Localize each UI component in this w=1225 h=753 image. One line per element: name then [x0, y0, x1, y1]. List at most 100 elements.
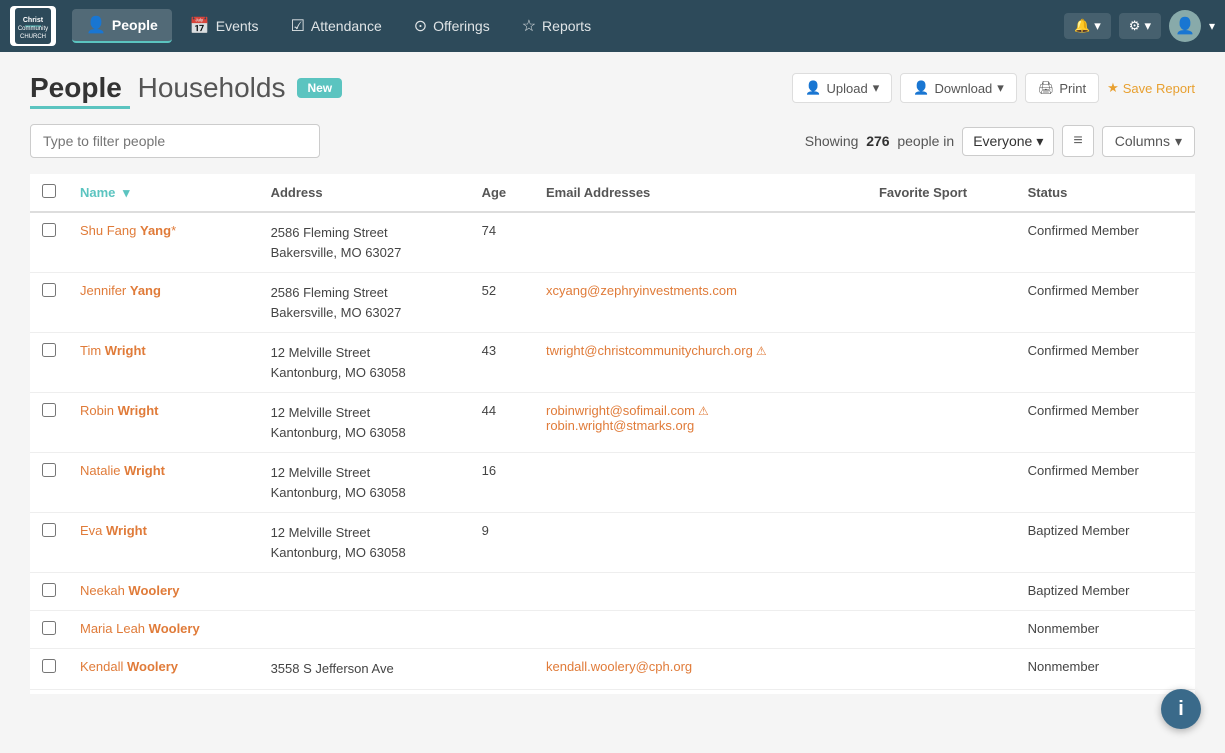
- select-all-checkbox[interactable]: [42, 184, 56, 198]
- person-name-link[interactable]: Jennifer Yang: [80, 283, 161, 298]
- select-all-header: [30, 174, 68, 212]
- row-age-cell: 43: [470, 333, 534, 393]
- row-checkbox[interactable]: [42, 583, 56, 597]
- row-age-cell: 74: [470, 212, 534, 273]
- row-checkbox[interactable]: [42, 523, 56, 537]
- person-name-link[interactable]: Neekah Woolery: [80, 583, 179, 598]
- upload-button[interactable]: 👤 Upload ▾: [792, 73, 892, 103]
- person-name-link[interactable]: Shu Fang Yang*: [80, 223, 176, 238]
- row-status-cell: Baptized Member: [1016, 573, 1195, 611]
- print-button[interactable]: 🖨 Print: [1025, 73, 1099, 103]
- row-checkbox-cell: [30, 611, 68, 649]
- table-row: Kendall Woolery3558 S Jefferson Avekenda…: [30, 649, 1195, 690]
- row-checkbox-cell: [30, 513, 68, 573]
- search-input[interactable]: [30, 124, 320, 158]
- email-link[interactable]: robin.wright@stmarks.org: [546, 418, 694, 433]
- person-name-link[interactable]: Kendall Woolery: [80, 659, 178, 674]
- row-checkbox[interactable]: [42, 343, 56, 357]
- nav-item-attendance[interactable]: ☑ Attendance: [277, 10, 396, 42]
- col-name[interactable]: Name ▾: [68, 174, 259, 212]
- row-status-cell: Confirmed Member: [1016, 333, 1195, 393]
- row-name-cell: Neekah Woolery: [68, 573, 259, 611]
- row-checkbox-cell: [30, 689, 68, 694]
- col-status: Status: [1016, 174, 1195, 212]
- offerings-icon: ⊙: [414, 16, 427, 36]
- save-report-button[interactable]: ★ Save Report: [1107, 80, 1195, 96]
- help-button[interactable]: i: [1161, 689, 1201, 729]
- nav-label-attendance: Attendance: [311, 18, 382, 34]
- email-link[interactable]: robinwright@sofimail.com: [546, 403, 695, 418]
- person-name-link[interactable]: Tim Wright: [80, 343, 146, 358]
- row-sport-cell: [867, 393, 1016, 453]
- row-checkbox[interactable]: [42, 621, 56, 635]
- row-sport-cell: [867, 611, 1016, 649]
- row-status-cell: Baptized Member: [1016, 513, 1195, 573]
- nav-item-reports[interactable]: ☆ Reports: [508, 10, 605, 42]
- columns-button[interactable]: Columns ▾: [1102, 126, 1195, 157]
- row-name-cell: Shu Fang Yang*: [68, 212, 259, 273]
- row-status-cell: Confirmed Member: [1016, 453, 1195, 513]
- row-status-cell: Nonmember: [1016, 649, 1195, 690]
- person-name-link[interactable]: Eva Wright: [80, 523, 147, 538]
- row-checkbox[interactable]: [42, 283, 56, 297]
- row-name-cell: Jherek Woolery: [68, 689, 259, 694]
- table-row: Eva Wright12 Melville StreetKantonburg, …: [30, 513, 1195, 573]
- avatar-chevron: ▾: [1209, 19, 1215, 33]
- chevron-down-icon: ▾: [1036, 133, 1043, 150]
- nav-item-events[interactable]: 📅 Events: [176, 10, 273, 42]
- gear-icon: ⚙: [1129, 18, 1141, 34]
- warning-icon: ⚠: [698, 404, 709, 418]
- row-status-cell: Confirmed Member: [1016, 393, 1195, 453]
- nav-item-offerings[interactable]: ⊙ Offerings: [400, 10, 504, 42]
- row-email-cell: [534, 212, 867, 273]
- row-checkbox[interactable]: [42, 403, 56, 417]
- nav-item-people[interactable]: 👤 People: [72, 9, 172, 43]
- reports-icon: ☆: [522, 16, 536, 36]
- row-email-cell: robinwright@sofimail.com⚠ robin.wright@st…: [534, 393, 867, 453]
- settings-button[interactable]: ⚙▾: [1119, 13, 1161, 39]
- email-link[interactable]: kendall.woolery@cph.org: [546, 659, 692, 674]
- notifications-button[interactable]: 🔔▾: [1064, 13, 1111, 39]
- svg-text:CHURCH: CHURCH: [20, 34, 46, 40]
- row-checkbox[interactable]: [42, 223, 56, 237]
- print-icon: 🖨: [1038, 80, 1055, 96]
- row-age-cell: 52: [470, 273, 534, 333]
- app-logo[interactable]: Christ Community CHURCH: [10, 6, 56, 46]
- row-sport-cell: [867, 453, 1016, 513]
- row-address-cell: [259, 611, 470, 649]
- sort-icon: ▾: [123, 185, 130, 200]
- table-header: Name ▾ Address Age Email Addresses Favor…: [30, 174, 1195, 212]
- row-status-cell: Nonmember: [1016, 611, 1195, 649]
- row-age-cell: [470, 611, 534, 649]
- person-name-link[interactable]: Natalie Wright: [80, 463, 165, 478]
- person-name-link[interactable]: Robin Wright: [80, 403, 159, 418]
- upload-icon: 👤: [805, 80, 821, 96]
- row-sport-cell: [867, 513, 1016, 573]
- new-badge[interactable]: New: [297, 78, 342, 98]
- download-button[interactable]: 👤 Download ▾: [900, 73, 1017, 103]
- avatar-icon: 👤: [1175, 16, 1195, 36]
- everyone-select[interactable]: Everyone ▾: [962, 127, 1054, 156]
- row-checkbox[interactable]: [42, 463, 56, 477]
- page-content: People Households New 👤 Upload ▾ 👤 Downl…: [0, 52, 1225, 714]
- email-link[interactable]: xcyang@zephryinvestments.com: [546, 283, 737, 298]
- filter-right: Showing 276 people in Everyone ▾ ≡ Colum…: [805, 125, 1195, 157]
- bell-icon: 🔔: [1074, 18, 1090, 34]
- email-link[interactable]: twright@christcommunitychurch.org: [546, 343, 753, 358]
- person-name-link[interactable]: Maria Leah Woolery: [80, 621, 200, 636]
- row-sport-cell: [867, 212, 1016, 273]
- row-age-cell: 16: [470, 453, 534, 513]
- row-sport-cell: [867, 689, 1016, 694]
- showing-text: Showing 276 people in: [805, 133, 954, 149]
- table-row: Robin Wright12 Melville StreetKantonburg…: [30, 393, 1195, 453]
- row-address-cell: 12 Melville StreetKantonburg, MO 63058: [259, 453, 470, 513]
- events-icon: 📅: [190, 16, 210, 36]
- row-checkbox[interactable]: [42, 659, 56, 673]
- people-icon: 👤: [86, 15, 106, 35]
- row-name-cell: Maria Leah Woolery: [68, 611, 259, 649]
- row-checkbox-cell: [30, 649, 68, 690]
- col-email: Email Addresses: [534, 174, 867, 212]
- row-checkbox-cell: [30, 573, 68, 611]
- avatar[interactable]: 👤: [1169, 10, 1201, 42]
- filter-list-button[interactable]: ≡: [1062, 125, 1093, 157]
